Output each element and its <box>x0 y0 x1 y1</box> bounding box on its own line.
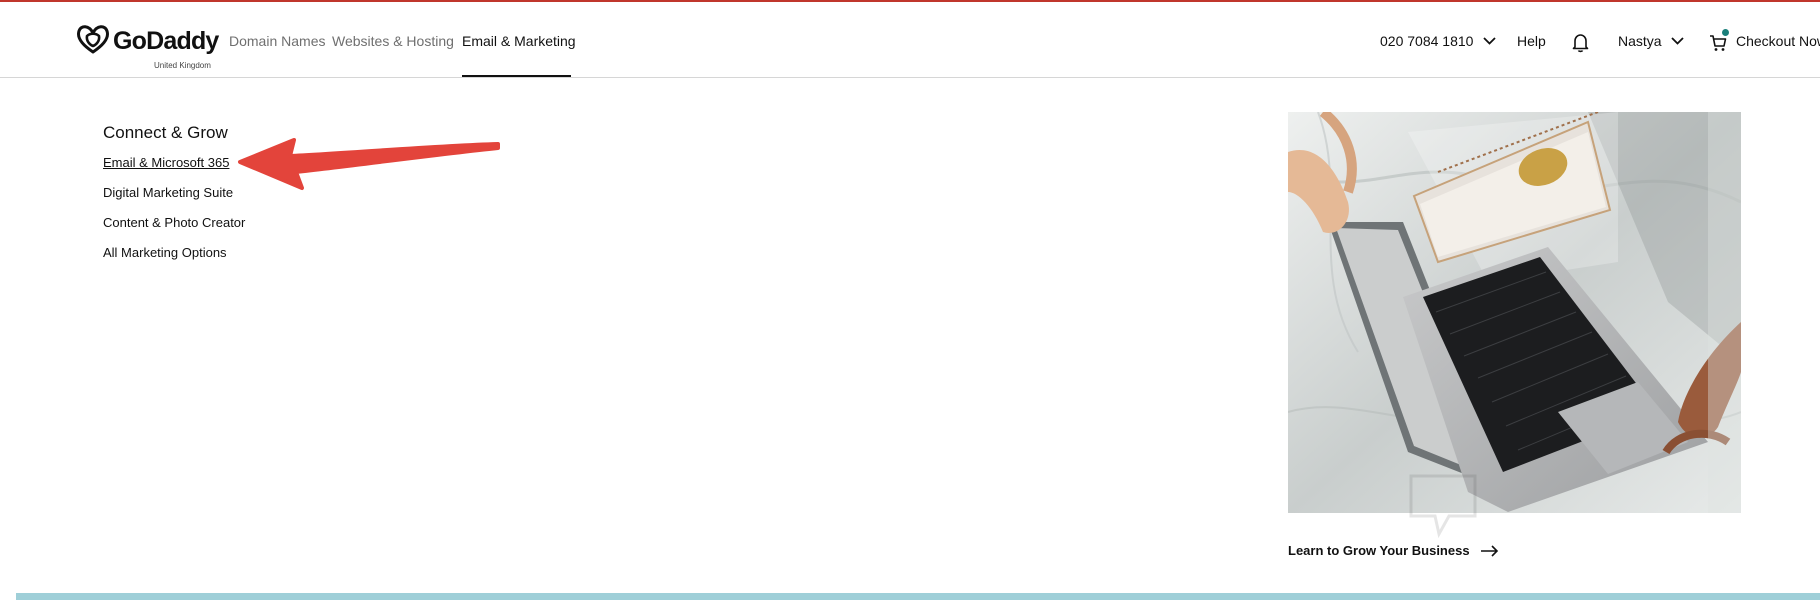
watermark-speech-icon <box>1409 474 1477 539</box>
checkout-link[interactable]: Checkout Now <box>1736 33 1820 49</box>
learn-to-grow-link[interactable]: Learn to Grow Your Business <box>1288 543 1499 558</box>
menu-link-digital-marketing-suite[interactable]: Digital Marketing Suite <box>103 185 233 200</box>
phone-number: 020 7084 1810 <box>1380 33 1474 49</box>
brand-region: United Kingdom <box>154 61 211 70</box>
promo-image <box>1288 112 1741 513</box>
phone-menu[interactable]: 020 7084 1810 <box>1380 33 1496 49</box>
user-name: Nastya <box>1618 33 1662 49</box>
site-header: GoDaddy United Kingdom Domain Names Webs… <box>0 2 1820 78</box>
nav-domain-names[interactable]: Domain Names <box>229 33 325 49</box>
annotation-arrow-icon <box>238 138 500 190</box>
account-menu[interactable]: Nastya <box>1618 33 1685 49</box>
nav-email-marketing[interactable]: Email & Marketing <box>462 33 576 49</box>
bottom-band <box>16 593 1820 600</box>
cart-icon[interactable] <box>1709 34 1727 52</box>
bell-icon[interactable] <box>1572 33 1589 53</box>
chevron-down-icon <box>1483 37 1496 45</box>
cart-badge <box>1722 29 1729 36</box>
arrow-right-icon <box>1481 544 1499 557</box>
laptop-photo <box>1288 112 1741 513</box>
nav-websites-hosting[interactable]: Websites & Hosting <box>332 33 454 49</box>
menu-link-content-photo-creator[interactable]: Content & Photo Creator <box>103 215 245 230</box>
learn-to-grow-label: Learn to Grow Your Business <box>1288 543 1470 558</box>
brand-name: GoDaddy <box>113 27 219 55</box>
help-link[interactable]: Help <box>1517 33 1546 49</box>
godaddy-logo[interactable]: GoDaddy United Kingdom <box>76 24 219 74</box>
menu-link-all-marketing-options[interactable]: All Marketing Options <box>103 245 227 260</box>
menu-title: Connect & Grow <box>103 123 228 142</box>
chevron-down-icon <box>1671 37 1685 45</box>
godaddy-logo-icon <box>77 25 109 54</box>
nav-active-indicator <box>462 75 571 77</box>
menu-link-email-microsoft-365[interactable]: Email & Microsoft 365 <box>103 155 229 170</box>
